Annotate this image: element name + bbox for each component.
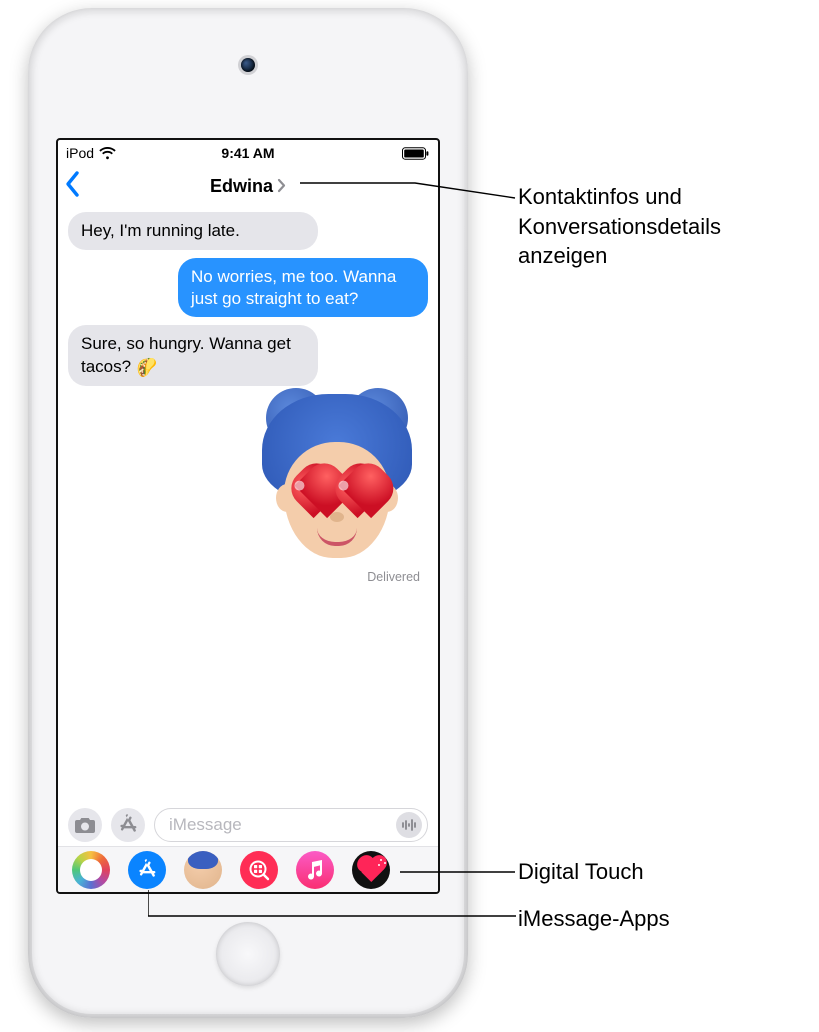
front-camera: [241, 58, 255, 72]
audio-wave-icon: [401, 819, 417, 831]
taco-emoji: 🌮: [133, 353, 162, 382]
music-note-icon: [305, 859, 325, 881]
app-memoji[interactable]: [184, 851, 222, 889]
back-button[interactable]: [64, 170, 80, 204]
wifi-icon: [99, 147, 116, 160]
message-incoming[interactable]: Hey, I'm running late.: [68, 212, 318, 250]
search-grid-icon: [247, 858, 271, 882]
heart-icon: [360, 857, 384, 881]
message-incoming[interactable]: Sure, so hungry. Wanna get tacos? 🌮: [68, 325, 318, 386]
record-audio-button[interactable]: [396, 812, 422, 838]
message-text: Sure, so hungry. Wanna get tacos?: [81, 334, 291, 376]
screen: iPod 9:41 AM Edwina: [56, 138, 440, 894]
leader-line: [300, 175, 520, 215]
app-digital-touch[interactable]: [352, 851, 390, 889]
contact-name-button[interactable]: Edwina: [210, 175, 286, 198]
callout-contact-details: Kontaktinfos und Konversationsdetails an…: [518, 182, 808, 271]
message-text: Hey, I'm running late.: [81, 221, 240, 240]
app-image-search[interactable]: [240, 851, 278, 889]
message-outgoing[interactable]: No worries, me too. Wanna just go straig…: [178, 258, 428, 318]
status-bar: iPod 9:41 AM: [58, 140, 438, 166]
appstore-icon: [117, 814, 139, 836]
message-outgoing-sticker[interactable]: [68, 394, 412, 564]
camera-icon: [74, 816, 96, 834]
home-button[interactable]: [216, 922, 280, 986]
chevron-right-icon: [277, 175, 286, 198]
device-label: iPod: [66, 145, 94, 161]
tap-dots-icon: [380, 859, 382, 861]
app-music[interactable]: [296, 851, 334, 889]
memoji-sticker: [262, 394, 412, 564]
appstore-a-icon: [136, 859, 158, 881]
app-store[interactable]: [128, 851, 166, 889]
leader-line: [148, 886, 520, 922]
app-photos[interactable]: [72, 851, 110, 889]
contact-name-label: Edwina: [210, 176, 273, 197]
delivered-label: Delivered: [68, 564, 428, 584]
message-input-row: iMessage: [58, 802, 438, 846]
conversation-thread[interactable]: Hey, I'm running late. No worries, me to…: [58, 206, 438, 802]
callout-digital-touch: Digital Touch: [518, 857, 644, 887]
message-input[interactable]: iMessage: [154, 808, 428, 842]
leader-line: [400, 862, 520, 882]
app-drawer-toggle[interactable]: [111, 808, 145, 842]
message-placeholder: iMessage: [169, 815, 242, 835]
battery-icon: [402, 147, 430, 160]
callout-imessage-apps: iMessage-Apps: [518, 904, 670, 934]
message-text: No worries, me too. Wanna just go straig…: [191, 267, 396, 308]
camera-button[interactable]: [68, 808, 102, 842]
